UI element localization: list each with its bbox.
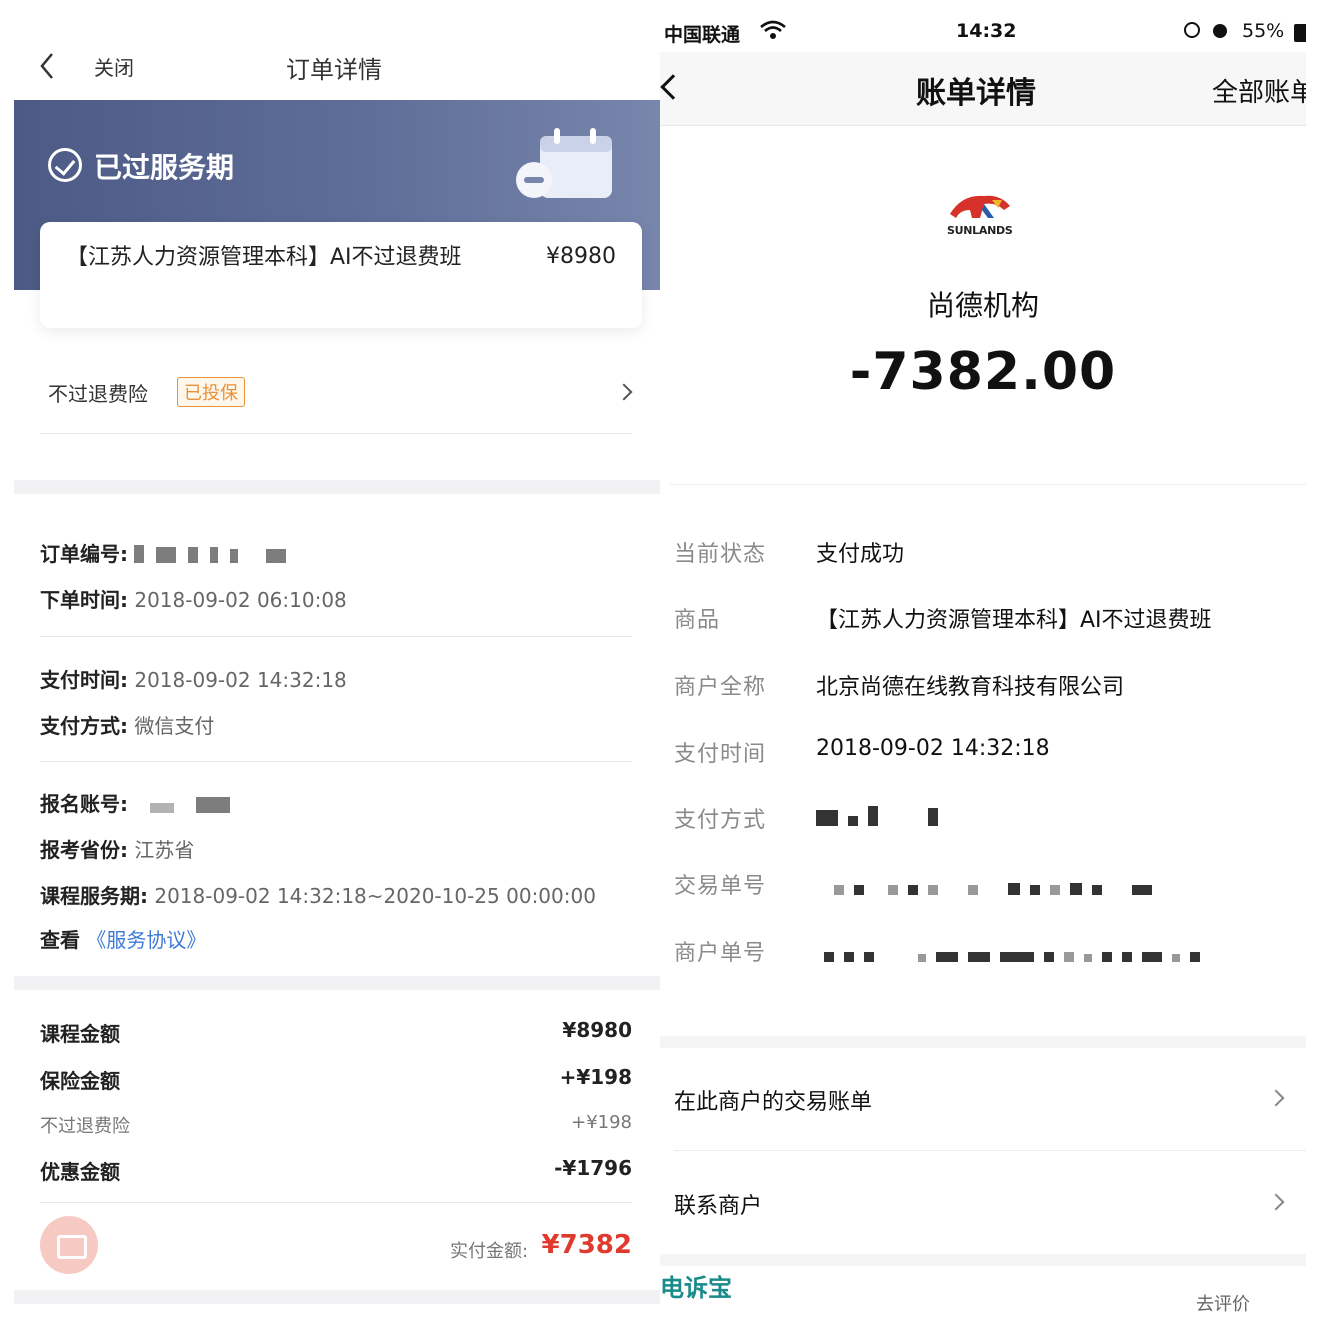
pay-method-redacted (816, 806, 948, 832)
account-row: 报名账号: (40, 788, 242, 818)
province-label: 报考省份: (40, 838, 128, 862)
chevron-right-icon (615, 383, 633, 401)
status-bar: 中国联通 14:32 55% (660, 14, 1306, 50)
agreement-row: 查看 《服务协议》 (40, 924, 206, 953)
clock: 14:32 (956, 20, 1017, 42)
status-value: 支付成功 (816, 542, 905, 567)
order-time-label: 下单时间: (40, 588, 128, 612)
alarm-icon (1184, 22, 1227, 38)
service-period-row: 课程服务期: 2018-09-02 14:32:18~2020-10-25 00… (40, 880, 596, 909)
account-label: 报名账号: (40, 792, 128, 816)
lock-alarm-icons (1182, 20, 1232, 45)
divider (674, 1150, 1306, 1151)
divider (40, 1202, 632, 1203)
close-button[interactable]: 关闭 (94, 52, 134, 81)
divider (40, 636, 632, 637)
section-separator (14, 1290, 660, 1304)
insurance-item-value: +¥198 (571, 1112, 632, 1133)
back-arrow-icon[interactable] (660, 74, 686, 100)
back-arrow-icon[interactable] (36, 50, 60, 82)
province-value: 江苏省 (134, 838, 195, 862)
divider (40, 761, 632, 762)
customer-service-icon[interactable] (40, 1216, 98, 1274)
divider (670, 484, 1306, 485)
service-period-label: 课程服务期: (40, 884, 148, 908)
pay-time-value: 2018-09-02 14:32:18 (134, 668, 347, 692)
merchant-full-value: 北京尚德在线教育科技有限公司 (816, 675, 1125, 700)
bill-detail-panel: 中国联通 14:32 55% 账单详情 全部账单 SUNLANDS 尚德机构 -… (660, 0, 1306, 1320)
nav-bar: 关闭 订单详情 (14, 30, 660, 100)
bill-amount: -7382.00 (849, 342, 1117, 402)
pay-time-row: 支付时间: 2018-09-02 14:32:18 (40, 664, 347, 693)
account-redacted (150, 794, 242, 818)
section-separator (14, 976, 660, 990)
pay-method-label: 支付方式 (674, 808, 767, 833)
battery-icon (1294, 24, 1306, 42)
course-card[interactable]: 【江苏人力资源管理本科】AI不过退费班 ¥8980 (40, 222, 642, 328)
contact-merchant-link[interactable]: 联系商户 (674, 1188, 1304, 1238)
order-detail-panel: 关闭 订单详情 已过服务期 【江苏人力资源管理本科】AI不过退费班 ¥8980 … (14, 0, 660, 1320)
paid-amount-label: 实付金额: (450, 1241, 529, 1262)
chevron-right-icon (1267, 1089, 1285, 1107)
service-status: 已过服务期 (94, 151, 235, 184)
chevron-right-icon (1267, 1193, 1285, 1211)
pay-method-label: 支付方式: (40, 714, 128, 738)
section-separator (14, 480, 660, 494)
pay-time-label: 支付时间 (674, 742, 767, 767)
calendar-icon (516, 128, 612, 198)
order-time-row: 下单时间: 2018-09-02 06:10:08 (40, 584, 347, 613)
view-label: 查看 (40, 928, 80, 952)
order-time-value: 2018-09-02 06:10:08 (134, 588, 347, 612)
insured-badge: 已投保 (177, 377, 245, 407)
nav-bar: 账单详情 全部账单 (660, 52, 1306, 126)
product-value: 【江苏人力资源管理本科】AI不过退费班 (816, 608, 1212, 633)
order-number-label: 订单编号: (40, 542, 128, 566)
product-label: 商品 (674, 608, 721, 633)
all-bills-button[interactable]: 全部账单 (1212, 72, 1306, 109)
wifi-icon (760, 20, 786, 39)
pay-time-label: 支付时间: (40, 668, 128, 692)
discount-value: -¥1796 (554, 1156, 632, 1180)
page-title: 账单详情 (916, 76, 1036, 111)
merchant-bills-link[interactable]: 在此商户的交易账单 (674, 1084, 1304, 1134)
carrier-name: 中国联通 (664, 24, 741, 46)
logo-text: SUNLANDS (947, 224, 1013, 237)
service-period-value: 2018-09-02 14:32:18~2020-10-25 00:00:00 (154, 884, 596, 908)
insurance-row[interactable]: 不过退费险 已投保 (14, 360, 660, 434)
pay-time-value: 2018-09-02 14:32:18 (816, 736, 1050, 761)
merchant-bills-label: 在此商户的交易账单 (674, 1090, 873, 1115)
pay-method-value: 微信支付 (134, 714, 215, 738)
evaluate-link[interactable]: 去评价 (1196, 1290, 1250, 1316)
insurance-label: 不过退费险 (48, 382, 148, 406)
insurance-item-label: 不过退费险 (40, 1116, 130, 1137)
contact-merchant-label: 联系商户 (674, 1194, 763, 1219)
course-amount-value: ¥8980 (562, 1018, 632, 1042)
divider (40, 433, 632, 434)
transaction-no-label: 交易单号 (674, 874, 767, 899)
course-amount-label: 课程金额 (40, 1022, 120, 1046)
merchant-no-label: 商户单号 (674, 941, 767, 966)
province-row: 报考省份: 江苏省 (40, 834, 194, 863)
service-agreement-link[interactable]: 《服务协议》 (86, 928, 206, 952)
merchant-name: 尚德机构 (926, 289, 1039, 322)
check-circle-icon (48, 148, 82, 182)
merchant-full-label: 商户全称 (674, 675, 767, 700)
order-number-row: 订单编号: (40, 538, 298, 568)
discount-label: 优惠金额 (40, 1160, 120, 1184)
battery-percent: 55% (1242, 20, 1285, 42)
insurance-amount-label: 保险金额 (40, 1069, 120, 1093)
course-price: ¥8980 (546, 244, 616, 269)
transaction-no-redacted (834, 876, 1162, 901)
merchant-no-redacted (824, 943, 1210, 968)
insurance-amount-value: +¥198 (559, 1065, 632, 1089)
section-separator (660, 1036, 1306, 1048)
pay-method-row: 支付方式: 微信支付 (40, 710, 214, 739)
page-title: 订单详情 (286, 56, 382, 84)
order-number-redacted (134, 544, 298, 568)
section-separator (660, 1254, 1306, 1266)
course-name: 【江苏人力资源管理本科】AI不过退费班 (66, 245, 462, 270)
status-label: 当前状态 (674, 542, 767, 567)
paid-amount-value: ¥7382 (541, 1230, 632, 1260)
watermark-logo: 电诉宝 (660, 1274, 732, 1302)
